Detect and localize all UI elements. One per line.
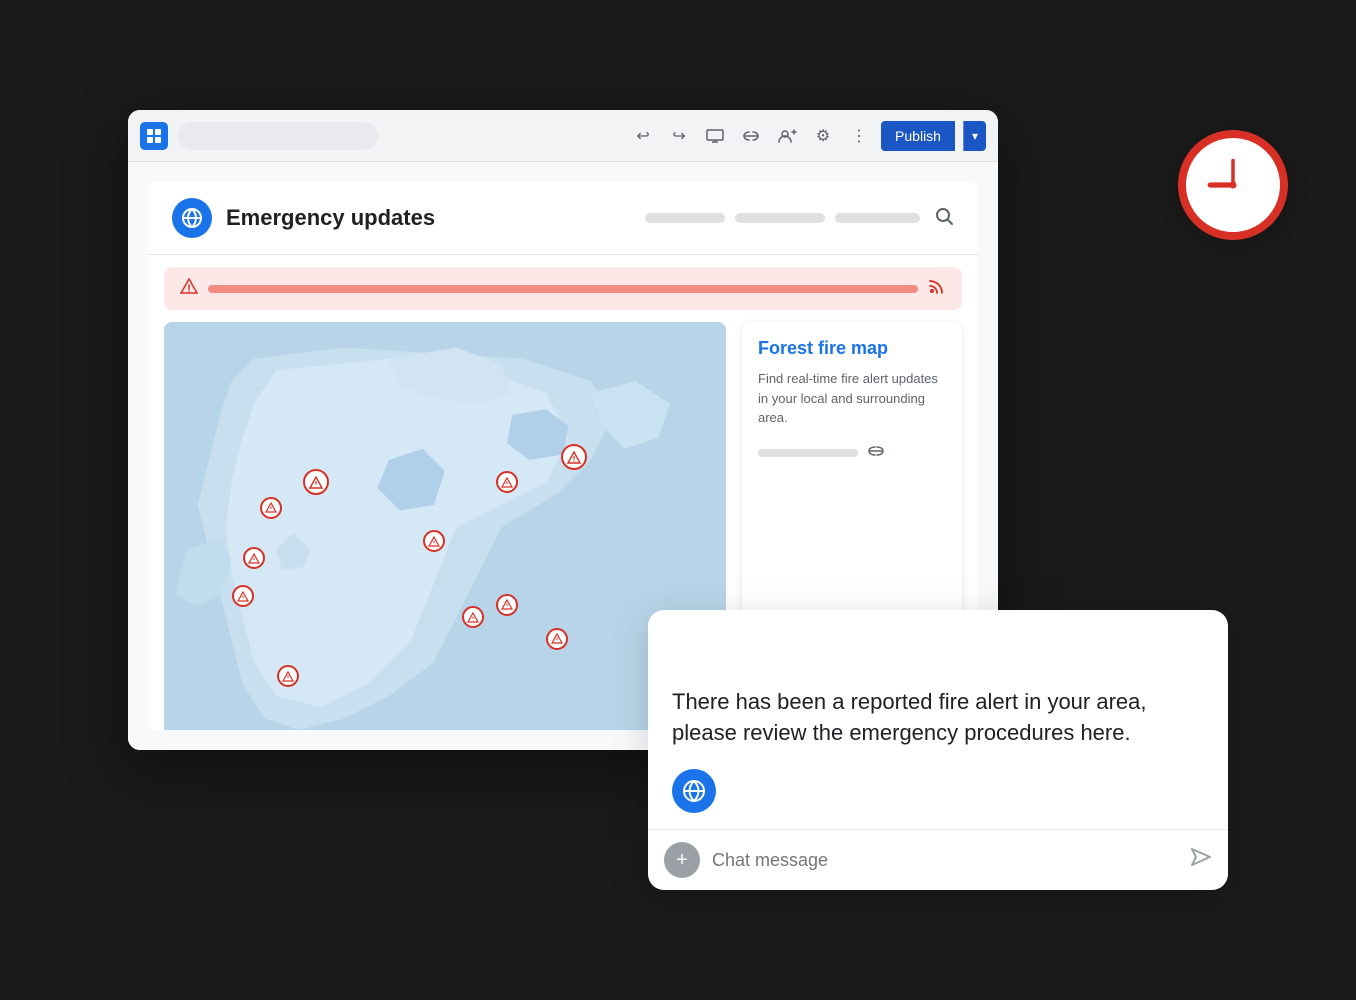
page-header: Emergency updates bbox=[148, 182, 978, 255]
page-logo bbox=[172, 198, 212, 238]
fire-pin-4 bbox=[423, 530, 445, 552]
fire-pin-3 bbox=[232, 585, 254, 607]
chat-message-area: There has been a reported fire alert in … bbox=[648, 610, 1228, 829]
toolbar-actions: ↩ ↪ bbox=[629, 121, 986, 151]
chat-add-button[interactable]: + bbox=[664, 842, 700, 878]
publish-button[interactable]: Publish bbox=[881, 121, 955, 151]
header-nav bbox=[645, 213, 920, 223]
browser-toolbar: ↩ ↪ bbox=[128, 110, 998, 162]
nav-item-3[interactable] bbox=[835, 213, 920, 223]
alert-banner bbox=[164, 267, 962, 310]
search-icon[interactable] bbox=[934, 206, 954, 231]
info-card-description: Find real-time fire alert updates in you… bbox=[758, 369, 946, 428]
link-icon bbox=[866, 444, 886, 462]
fire-pin-5 bbox=[496, 471, 518, 493]
fire-pin-6 bbox=[561, 444, 587, 470]
info-card-title: Forest fire map bbox=[758, 338, 946, 359]
alert-progress-bar bbox=[208, 285, 918, 293]
link-button[interactable] bbox=[737, 122, 765, 150]
chat-send-button[interactable] bbox=[1190, 847, 1212, 873]
fire-pin-10 bbox=[277, 665, 299, 687]
info-card-link[interactable] bbox=[758, 444, 946, 462]
chat-window: There has been a reported fire alert in … bbox=[648, 610, 1228, 890]
fire-pin-1 bbox=[260, 497, 282, 519]
fire-pin-9 bbox=[546, 628, 568, 650]
chat-input[interactable] bbox=[712, 850, 1178, 871]
clock-badge bbox=[1178, 130, 1288, 240]
rss-icon bbox=[928, 277, 946, 300]
monitor-button[interactable] bbox=[701, 122, 729, 150]
link-url-bar bbox=[758, 449, 858, 457]
app-icon bbox=[140, 122, 168, 150]
fire-pin-2 bbox=[243, 547, 265, 569]
more-button[interactable]: ⋮ bbox=[845, 122, 873, 150]
chat-logo bbox=[672, 769, 716, 813]
page-title: Emergency updates bbox=[226, 205, 631, 231]
redo-button[interactable]: ↪ bbox=[665, 122, 693, 150]
fire-pin-11 bbox=[303, 469, 329, 495]
chat-input-area: + bbox=[648, 829, 1228, 890]
nav-item-1[interactable] bbox=[645, 213, 725, 223]
fire-pin-8 bbox=[496, 594, 518, 616]
alert-triangle-icon bbox=[180, 278, 198, 299]
adduser-button[interactable] bbox=[773, 122, 801, 150]
clock-icon bbox=[1198, 150, 1268, 220]
settings-button[interactable]: ⚙ bbox=[809, 122, 837, 150]
undo-button[interactable]: ↩ bbox=[629, 122, 657, 150]
fire-pin-7 bbox=[462, 606, 484, 628]
chat-message-text: There has been a reported fire alert in … bbox=[672, 687, 1204, 749]
address-bar[interactable] bbox=[178, 122, 378, 150]
map-container bbox=[164, 322, 726, 730]
map-svg bbox=[164, 322, 726, 730]
publish-dropdown-button[interactable]: ▾ bbox=[963, 121, 986, 151]
nav-item-2[interactable] bbox=[735, 213, 825, 223]
